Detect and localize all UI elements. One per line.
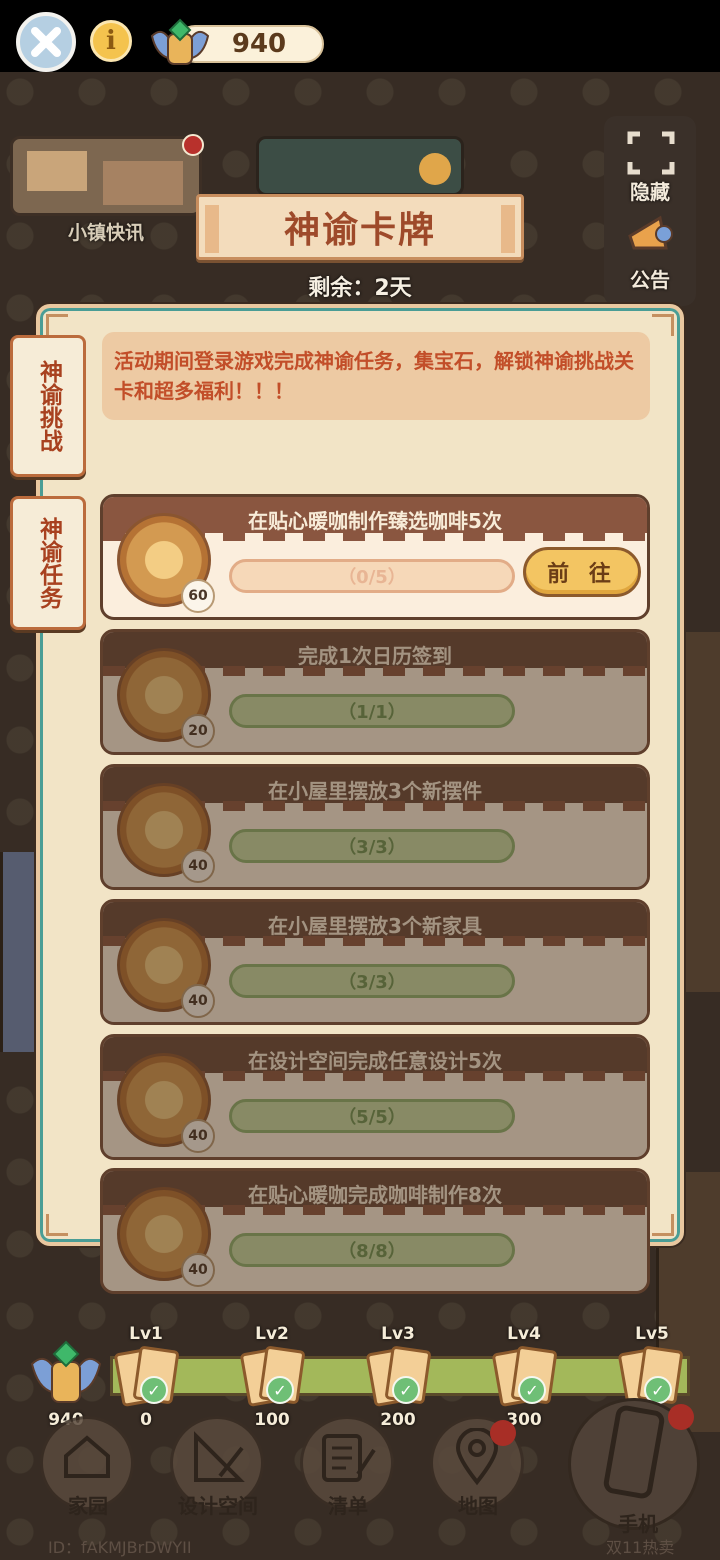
task-row: 在小屋里摆放3个新家具 40 （3/3） <box>100 899 650 1025</box>
phone-icon <box>603 1405 665 1499</box>
news-label: 小镇快讯 <box>67 222 144 244</box>
news-thumbnail[interactable] <box>10 136 202 216</box>
house-icon <box>64 1435 110 1478</box>
level-cost: 0 <box>140 1410 152 1430</box>
tab-label: 神谕任务 <box>35 517 62 609</box>
level-label: Lv3 <box>381 1324 415 1344</box>
nav-label: 手机 <box>618 1512 658 1536</box>
level-label: Lv5 <box>635 1324 669 1344</box>
news-notification-dot <box>182 134 204 156</box>
notice-button[interactable]: 公告 <box>604 264 696 293</box>
nav-label: 设计空间 <box>178 1494 258 1518</box>
level-card-reward[interactable]: ✓ <box>365 1345 432 1408</box>
nav-label: 清单 <box>328 1494 368 1518</box>
check-icon: ✓ <box>140 1376 168 1404</box>
task-progress: （0/5） <box>229 559 515 593</box>
go-button[interactable]: 前 往 <box>523 547 641 597</box>
player-id: ID：fAKMJBrDWYII <box>48 1538 192 1557</box>
tab-oracle-challenge[interactable]: 神谕挑战 <box>10 335 86 477</box>
event-banner-image <box>256 136 464 196</box>
ruler-pencil-icon <box>194 1431 245 1482</box>
task-row: 在贴心暖咖制作臻选咖啡5次 60 （0/5） 前 往 <box>100 494 650 620</box>
megaphone-icon <box>628 215 673 250</box>
tab-label: 神谕挑战 <box>35 360 62 452</box>
check-icon: ✓ <box>518 1376 546 1404</box>
nav-label: 地图 <box>458 1494 498 1518</box>
info-button[interactable]: i <box>90 20 132 62</box>
level-cost: 100 <box>254 1410 290 1430</box>
level-card-reward[interactable]: ✓ <box>239 1345 306 1408</box>
task-row: 完成1次日历签到 20 （1/1） <box>100 629 650 755</box>
phone-notification-dot <box>668 1404 694 1430</box>
level-label: Lv4 <box>507 1324 541 1344</box>
event-description: 活动期间登录游戏完成神谕任务，集宝石，解锁神谕挑战关卡和超多福利！！！ <box>102 332 650 420</box>
hide-button[interactable]: 隐藏 <box>604 176 696 205</box>
reward-badge: 60 <box>181 579 215 613</box>
event-title-banner: 神谕卡牌 <box>196 194 524 260</box>
tab-oracle-task[interactable]: 神谕任务 <box>10 496 86 630</box>
task-row: 在贴心暖咖完成咖啡制作8次 40 （8/8） <box>100 1168 650 1294</box>
scarab-gem-icon <box>30 1340 102 1403</box>
level-label: Lv2 <box>255 1324 289 1344</box>
event-title: 神谕卡牌 <box>283 210 436 251</box>
task-row: 在设计空间完成任意设计5次 40 （5/5） <box>100 1034 650 1160</box>
scarab-gem-icon <box>150 18 210 65</box>
level-card-reward[interactable]: ✓ <box>617 1345 684 1408</box>
nav-label: 家园 <box>68 1494 108 1518</box>
checklist-icon <box>322 1434 376 1482</box>
level-label: Lv1 <box>129 1324 163 1344</box>
close-button[interactable] <box>16 12 76 72</box>
level-card-reward[interactable]: ✓ <box>113 1345 180 1408</box>
check-icon: ✓ <box>392 1376 420 1404</box>
check-icon: ✓ <box>266 1376 294 1404</box>
hide-icon <box>627 131 675 175</box>
footer-promo: 双11热卖 <box>606 1538 675 1557</box>
info-icon: i <box>106 26 116 56</box>
task-row: 在小屋里摆放3个新摆件 40 （3/3） <box>100 764 650 890</box>
close-icon <box>31 27 61 57</box>
remaining-time: 剩余：2天 <box>308 276 412 301</box>
map-notification-dot <box>490 1420 516 1446</box>
level-card-reward[interactable]: ✓ <box>491 1345 558 1408</box>
